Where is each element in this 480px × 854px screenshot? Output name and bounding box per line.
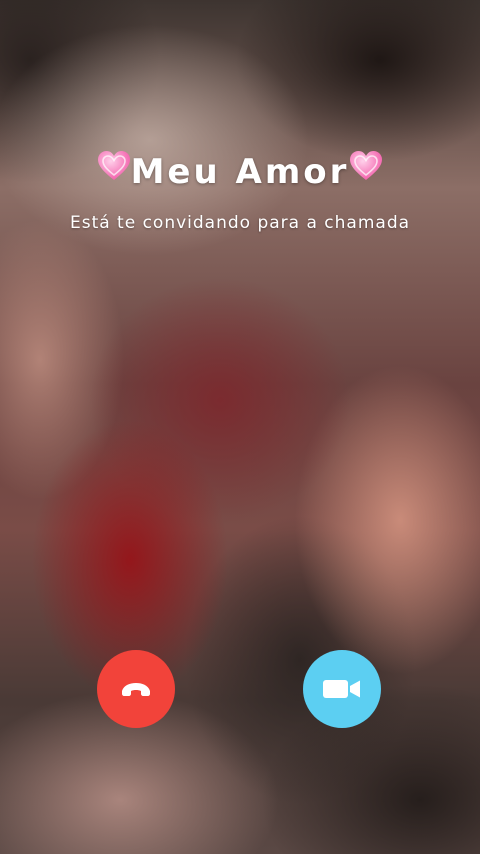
heart-icon <box>97 150 131 191</box>
heart-icon <box>349 150 383 191</box>
caller-name: Meu Amor <box>130 152 350 192</box>
call-status-text: Está te convidando para a chamada <box>69 213 411 233</box>
caller-title: Meu Amor <box>0 150 480 192</box>
blurred-background <box>0 0 480 854</box>
video-camera-icon <box>322 677 362 701</box>
accept-video-call-button[interactable] <box>303 650 381 728</box>
phone-hangup-icon <box>120 681 152 697</box>
incoming-call-screen: Meu Amor Está te convidando para a chama… <box>0 0 480 854</box>
decline-call-button[interactable] <box>97 650 175 728</box>
